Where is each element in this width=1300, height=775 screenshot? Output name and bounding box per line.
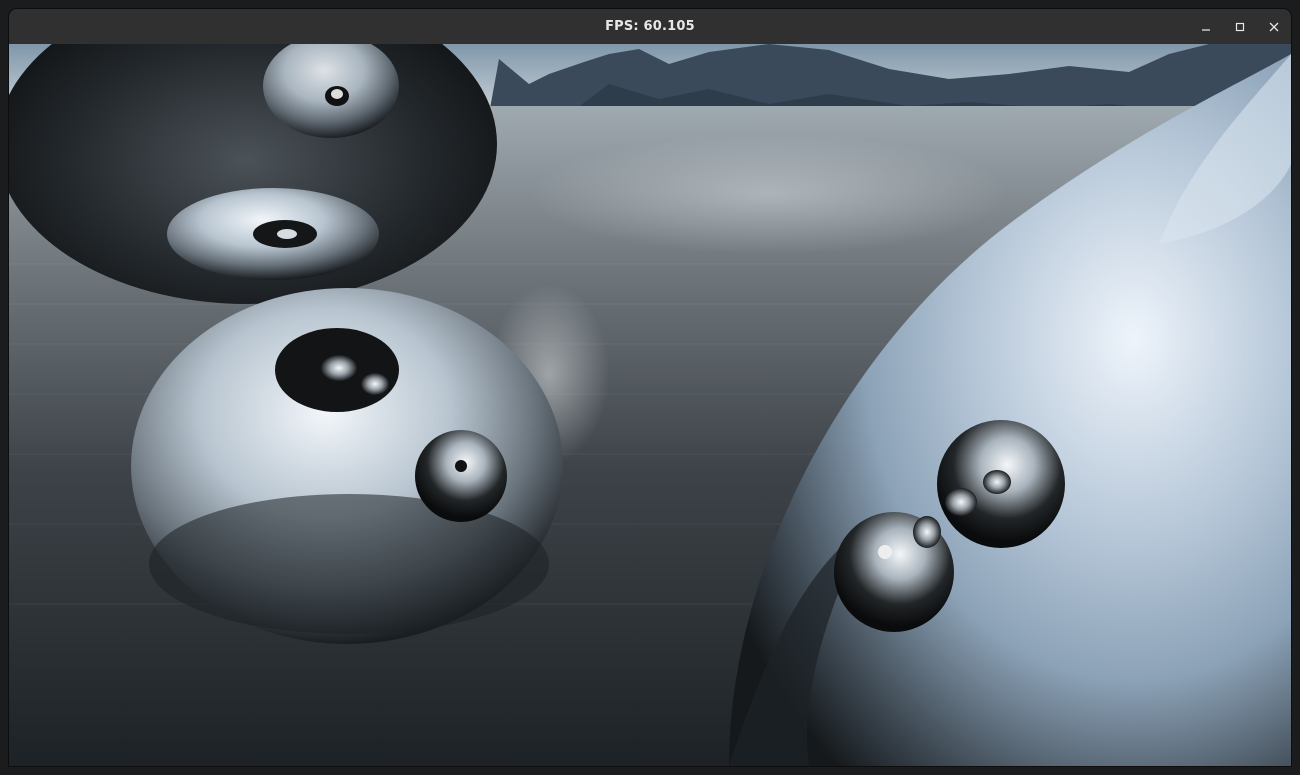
- ball-small-left[interactable]: [415, 430, 507, 522]
- maximize-button[interactable]: [1223, 9, 1257, 44]
- close-button[interactable]: [1257, 9, 1291, 44]
- app-window: FPS: 60.105: [9, 9, 1291, 766]
- minimize-icon: [1202, 28, 1210, 31]
- window-controls: [1189, 9, 1291, 44]
- close-icon: [1269, 22, 1279, 31]
- scene-canvas: [9, 44, 1291, 766]
- render-viewport[interactable]: [9, 44, 1291, 766]
- ball-right-lower[interactable]: [834, 512, 954, 632]
- water-glint-far: [529, 134, 1009, 254]
- window-title: FPS: 60.105: [605, 19, 695, 34]
- title-bar[interactable]: FPS: 60.105: [9, 9, 1291, 44]
- minimize-button[interactable]: [1189, 9, 1223, 44]
- ball-right-upper[interactable]: [937, 420, 1065, 548]
- maximize-icon: [1235, 22, 1245, 31]
